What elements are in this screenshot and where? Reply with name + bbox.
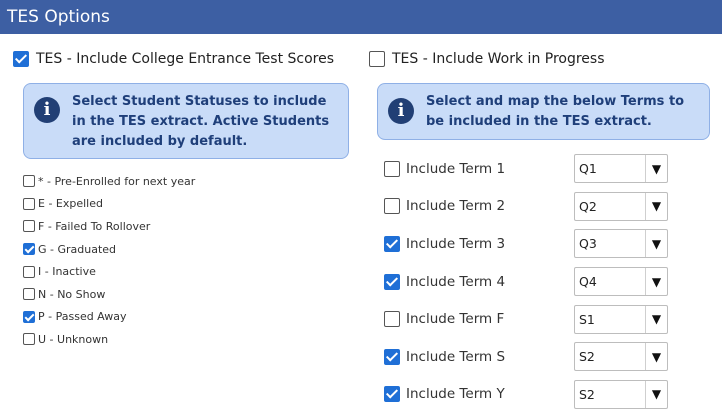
term-row: Include Term 2 Q2 ▼ — [384, 188, 669, 226]
term-label: Include Term 4 — [406, 273, 506, 290]
info-icon: i — [34, 97, 60, 123]
status-label: F - Failed To Rollover — [38, 219, 151, 233]
option-work-in-progress[interactable]: TES - Include Work in Progress — [369, 50, 605, 68]
term-select-value: Q1 — [579, 161, 597, 177]
status-item[interactable]: I - Inactive — [23, 260, 195, 283]
term-label: Include Term 2 — [406, 198, 506, 215]
term-label: Include Term S — [406, 348, 506, 365]
option-label: TES - Include Work in Progress — [392, 51, 605, 67]
status-label: P - Passed Away — [38, 310, 127, 324]
term-select[interactable]: Q1 ▼ — [574, 154, 668, 184]
term-select[interactable]: S2 ▼ — [574, 342, 668, 372]
status-checkbox[interactable] — [23, 197, 35, 210]
term-row: Include Term S S2 ▼ — [384, 338, 669, 376]
info-text: Select Student Statuses to include in th… — [72, 94, 330, 149]
option-college-entrance-scores[interactable]: TES - Include College Entrance Test Scor… — [13, 50, 334, 68]
status-item[interactable]: E - Expelled — [23, 193, 195, 216]
status-label: * - Pre-Enrolled for next year — [38, 174, 196, 188]
term-select[interactable]: S1 ▼ — [574, 304, 668, 334]
info-box-statuses: i Select Student Statuses to include in … — [23, 83, 349, 159]
status-item[interactable]: U - Unknown — [23, 328, 195, 351]
dropdown-arrow-icon[interactable]: ▼ — [645, 155, 667, 183]
status-item[interactable]: N - No Show — [23, 283, 195, 306]
term-row: Include Term 3 Q3 ▼ — [384, 225, 669, 263]
term-label: Include Term Y — [406, 386, 505, 403]
status-label: G - Graduated — [38, 242, 117, 256]
dropdown-arrow-icon[interactable]: ▼ — [645, 192, 667, 220]
status-checkbox[interactable] — [23, 243, 35, 256]
section-header: TES Options — [0, 0, 722, 34]
dropdown-arrow-icon[interactable]: ▼ — [645, 380, 667, 408]
status-item[interactable]: F - Failed To Rollover — [23, 215, 195, 238]
term-checkbox[interactable] — [384, 273, 400, 290]
status-item[interactable]: * - Pre-Enrolled for next year — [23, 170, 195, 193]
status-checkbox[interactable] — [23, 175, 35, 188]
status-label: N - No Show — [38, 287, 106, 301]
status-checkbox[interactable] — [23, 220, 35, 233]
term-checkbox[interactable] — [384, 160, 400, 177]
term-label: Include Term 1 — [406, 160, 506, 177]
status-label: I - Inactive — [38, 265, 96, 279]
term-select-value: Q3 — [579, 236, 597, 252]
term-label: Include Term F — [406, 311, 505, 328]
status-item[interactable]: G - Graduated — [23, 238, 195, 261]
term-checkbox[interactable] — [384, 386, 400, 403]
term-row: Include Term 4 Q4 ▼ — [384, 263, 669, 301]
status-checkbox[interactable] — [23, 265, 35, 278]
term-list: Include Term 1 Q1 ▼ Include Term 2 Q2 ▼ Includ… — [384, 150, 669, 413]
term-select-value: Q2 — [579, 198, 597, 214]
term-select-value: S2 — [579, 349, 595, 365]
term-select-value: Q4 — [579, 274, 597, 290]
term-row: Include Term F S1 ▼ — [384, 300, 669, 338]
section-title: TES Options — [7, 7, 110, 27]
term-row: Include Term 1 Q1 ▼ — [384, 150, 669, 188]
checkbox[interactable] — [369, 51, 385, 67]
status-list: * - Pre-Enrolled for next year E - Expell… — [23, 170, 195, 351]
term-select-value: S2 — [579, 386, 595, 402]
term-select-value: S1 — [579, 311, 595, 327]
info-icon: i — [388, 98, 414, 124]
term-checkbox[interactable] — [384, 348, 400, 365]
info-box-terms: i Select and map the below Terms to be i… — [377, 83, 710, 140]
option-label: TES - Include College Entrance Test Scor… — [36, 51, 335, 67]
term-label: Include Term 3 — [406, 235, 506, 252]
info-text: Select and map the below Terms to be inc… — [426, 94, 685, 129]
checkbox[interactable] — [13, 51, 29, 67]
status-checkbox[interactable] — [23, 333, 35, 346]
term-checkbox[interactable] — [384, 235, 400, 252]
status-checkbox[interactable] — [23, 310, 35, 323]
term-select[interactable]: Q4 ▼ — [574, 267, 668, 297]
dropdown-arrow-icon[interactable]: ▼ — [645, 305, 667, 333]
term-row: Include Term Y S2 ▼ — [384, 376, 669, 414]
dropdown-arrow-icon[interactable]: ▼ — [645, 230, 667, 258]
dropdown-arrow-icon[interactable]: ▼ — [645, 343, 667, 371]
term-checkbox[interactable] — [384, 311, 400, 328]
status-label: E - Expelled — [38, 197, 103, 211]
status-item[interactable]: P - Passed Away — [23, 306, 195, 329]
term-checkbox[interactable] — [384, 198, 400, 215]
term-select[interactable]: S2 ▼ — [574, 379, 668, 409]
status-label: U - Unknown — [38, 332, 109, 346]
dropdown-arrow-icon[interactable]: ▼ — [645, 268, 667, 296]
term-select[interactable]: Q3 ▼ — [574, 229, 668, 259]
status-checkbox[interactable] — [23, 288, 35, 301]
term-select[interactable]: Q2 ▼ — [574, 191, 668, 221]
